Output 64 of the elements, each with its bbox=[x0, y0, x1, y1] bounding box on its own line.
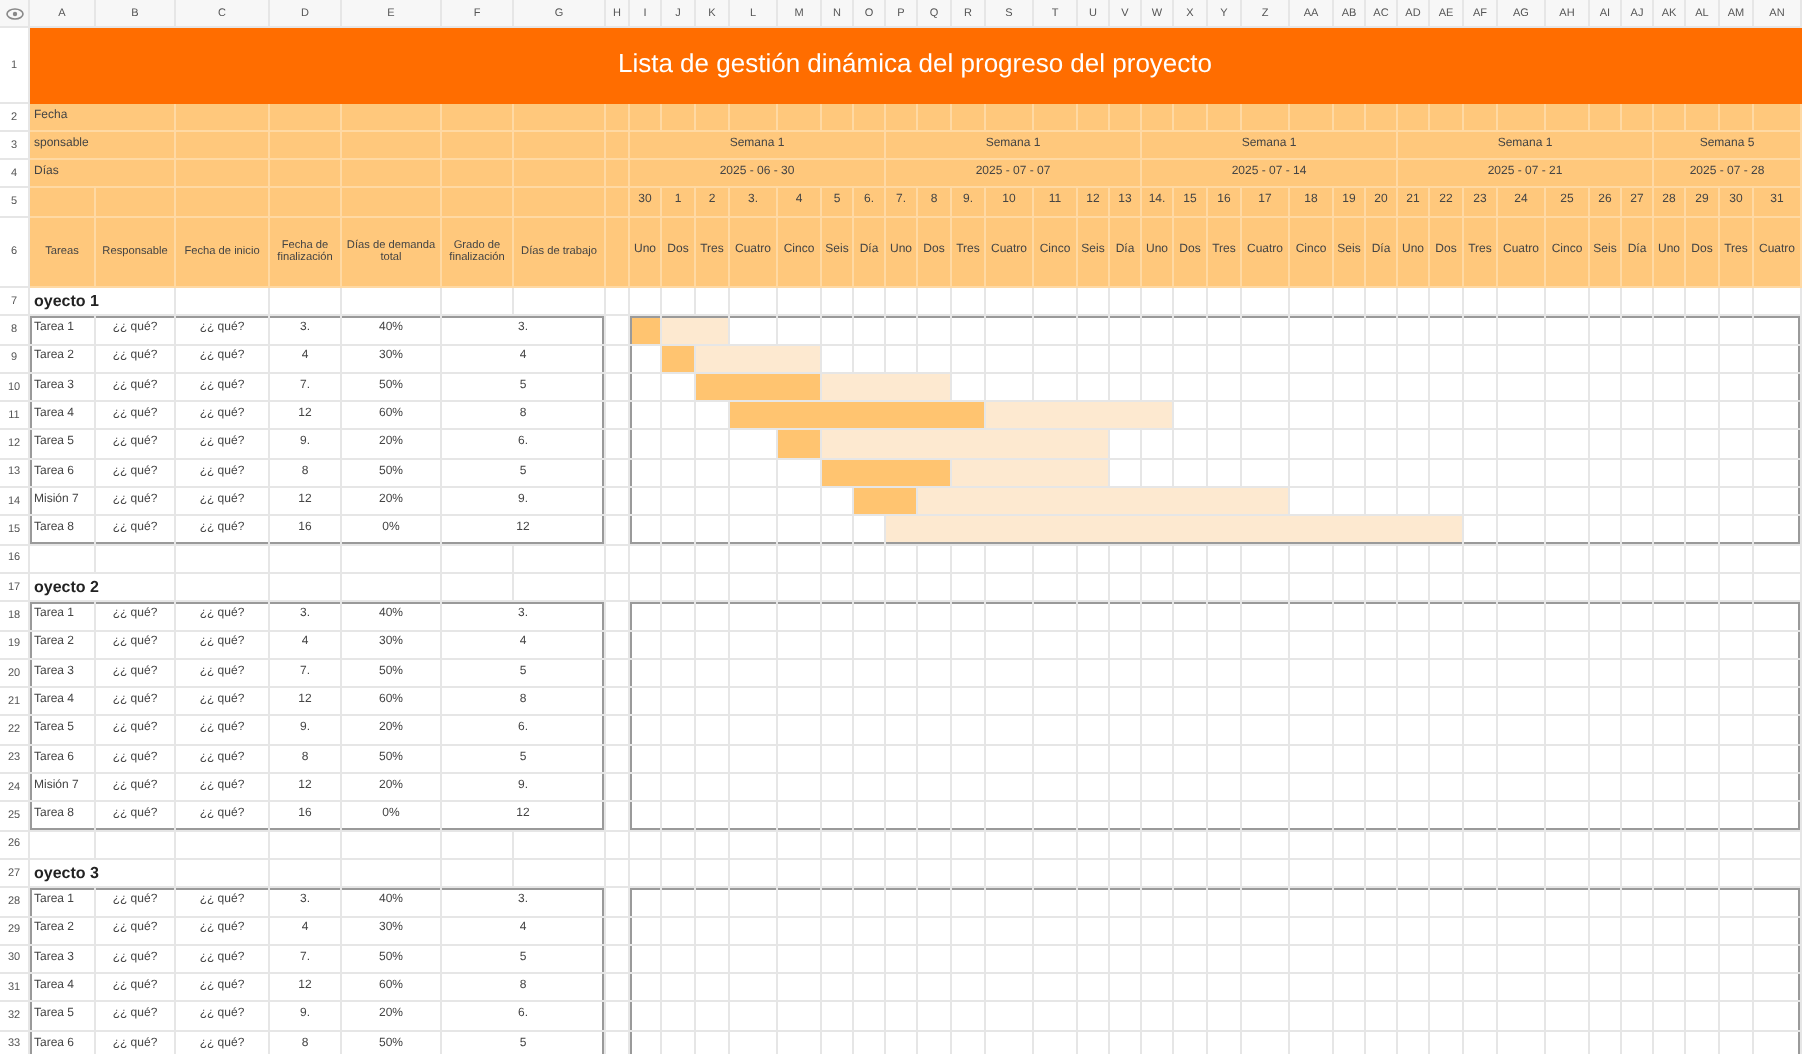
header-cell bbox=[696, 104, 730, 132]
header-cell bbox=[606, 104, 630, 132]
header-cell bbox=[1686, 104, 1720, 132]
header-cell bbox=[1398, 104, 1430, 132]
header-cell bbox=[442, 160, 514, 188]
header-cell bbox=[1622, 104, 1654, 132]
header-cell bbox=[270, 160, 342, 188]
header-cell bbox=[176, 132, 270, 160]
header-cell bbox=[1334, 104, 1366, 132]
header-cell bbox=[1498, 104, 1546, 132]
header-cell bbox=[342, 188, 442, 218]
project-title: oyecto 1 bbox=[30, 288, 176, 317]
header-cell bbox=[730, 104, 778, 132]
header-cell bbox=[1242, 104, 1290, 132]
header-cell bbox=[1430, 104, 1464, 132]
header-cell bbox=[1034, 104, 1078, 132]
header-cell bbox=[1464, 104, 1498, 132]
header-cell bbox=[918, 104, 952, 132]
header-cell bbox=[1290, 104, 1334, 132]
header-cell bbox=[442, 104, 514, 132]
header-cell bbox=[176, 188, 270, 218]
header-cell bbox=[514, 188, 606, 218]
header-cell bbox=[1078, 104, 1110, 132]
project-title: oyecto 3 bbox=[30, 859, 176, 889]
header-cell bbox=[30, 188, 96, 218]
header-cell bbox=[514, 104, 606, 132]
header-cell bbox=[176, 104, 270, 132]
header-cell bbox=[606, 160, 630, 188]
header-cell bbox=[822, 104, 854, 132]
header-cell bbox=[514, 132, 606, 160]
header-cell bbox=[986, 104, 1034, 132]
header-cell bbox=[854, 104, 886, 132]
header-cell bbox=[270, 104, 342, 132]
header-cell bbox=[952, 104, 986, 132]
header-cell bbox=[442, 188, 514, 218]
header-cell bbox=[270, 188, 342, 218]
header-cell bbox=[606, 188, 630, 218]
header-cell bbox=[442, 132, 514, 160]
header-cell bbox=[1366, 104, 1398, 132]
header-cell bbox=[1208, 104, 1242, 132]
header-cell bbox=[606, 218, 630, 288]
header-cell bbox=[778, 104, 822, 132]
header-cell bbox=[342, 160, 442, 188]
header-cell bbox=[1754, 104, 1802, 132]
header-cell bbox=[342, 104, 442, 132]
header-cell bbox=[270, 132, 342, 160]
sheet-title: Lista de gestión dinámica del progreso del proyecto bbox=[30, 28, 1802, 104]
header-cell bbox=[514, 160, 606, 188]
header-cell bbox=[1720, 104, 1754, 132]
header-cell bbox=[606, 132, 630, 160]
header-cell bbox=[96, 188, 176, 218]
header-cell bbox=[1142, 104, 1174, 132]
header-cell bbox=[886, 104, 918, 132]
header-cell bbox=[1590, 104, 1622, 132]
header-cell bbox=[1110, 104, 1142, 132]
header-cell bbox=[1654, 104, 1686, 132]
header-cell bbox=[630, 104, 662, 132]
header-cell bbox=[1174, 104, 1208, 132]
header-cell bbox=[662, 104, 696, 132]
project-title: oyecto 2 bbox=[30, 573, 176, 603]
eye-icon[interactable] bbox=[5, 7, 23, 19]
header-cell bbox=[176, 160, 270, 188]
header-cell bbox=[1546, 104, 1590, 132]
header-cell bbox=[342, 132, 442, 160]
